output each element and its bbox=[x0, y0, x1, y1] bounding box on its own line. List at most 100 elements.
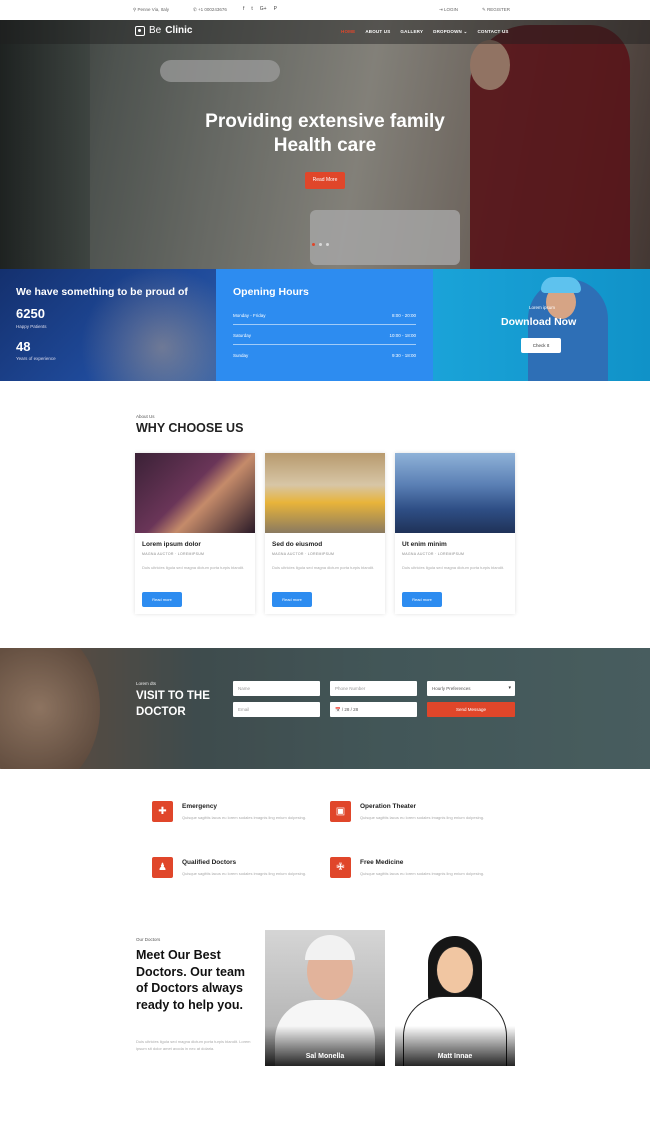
appointment-title: VISIT TO THE DOCTOR bbox=[136, 690, 210, 718]
our-doctors-label: Our Doctors bbox=[136, 937, 161, 942]
card-read-more-button[interactable]: Read more bbox=[402, 592, 442, 607]
hero-read-more-button[interactable]: Read More bbox=[305, 172, 345, 189]
hours-time: 8:00 - 20:00 bbox=[391, 313, 416, 318]
card-meta: MAGNA AUCTOR · LOREMIPSUM bbox=[142, 552, 205, 556]
main-menu: HOME ABOUT US GALLERY DROPDOWN ⌄ CONTACT… bbox=[341, 29, 509, 35]
facebook-icon[interactable]: f bbox=[243, 6, 244, 12]
appointment-section: Lorem dts VISIT TO THE DOCTOR Name Phone… bbox=[0, 648, 650, 769]
patients-label: Happy Patients bbox=[16, 324, 47, 329]
google-plus-icon[interactable]: G+ bbox=[260, 6, 267, 12]
doctor-card[interactable]: Matt Innae bbox=[395, 930, 515, 1066]
doctor-card[interactable]: Sal Monella bbox=[265, 930, 385, 1066]
slider-dots bbox=[312, 243, 329, 246]
location-text: ⚲ Penne Via, Italy bbox=[133, 7, 169, 12]
patients-count: 6250 bbox=[16, 306, 45, 321]
proud-panel: We have something to be proud of 6250 Ha… bbox=[0, 269, 216, 381]
nav-contact-us[interactable]: CONTACT US bbox=[477, 29, 508, 35]
doctor-illustration-face bbox=[436, 946, 474, 994]
hours-row: Monday - Friday 8:00 - 20:00 bbox=[233, 306, 416, 325]
hours-day: Sunday bbox=[233, 353, 249, 358]
slider-dot[interactable] bbox=[312, 243, 315, 246]
doctor-photo-hair bbox=[305, 935, 355, 960]
feature-card: Lorem ipsum dolor MAGNA AUCTOR · LOREMIP… bbox=[135, 453, 255, 614]
download-subtitle: Lorem ipsum bbox=[529, 305, 556, 310]
check-it-button[interactable]: Check It bbox=[521, 338, 561, 353]
hours-time: 9:30 - 18:00 bbox=[391, 353, 416, 358]
card-meta: MAGNA AUCTOR · LOREMIPSUM bbox=[402, 552, 465, 556]
brand-name-part2: Clinic bbox=[165, 25, 193, 36]
years-count: 48 bbox=[16, 339, 31, 354]
card-read-more-button[interactable]: Read more bbox=[142, 592, 182, 607]
hours-row: Saturday 10:00 - 18:00 bbox=[233, 326, 416, 345]
card-title: Ut enim minim bbox=[402, 541, 447, 548]
caret-down-icon: ▾ bbox=[508, 685, 511, 691]
login-label: LOGIN bbox=[444, 7, 459, 12]
service-text: Quisque sagittis lacus eu lorem sodales … bbox=[182, 815, 307, 820]
years-label: Years of experience bbox=[16, 356, 56, 361]
slider-dot[interactable] bbox=[326, 243, 329, 246]
doctors-title: Meet Our Best Doctors. Our team of Docto… bbox=[136, 948, 246, 1012]
brand-logo[interactable]: Be Clinic bbox=[135, 25, 192, 36]
card-read-more-button[interactable]: Read more bbox=[272, 592, 312, 607]
about-us-label: About Us bbox=[136, 414, 155, 419]
card-title: Lorem ipsum dolor bbox=[142, 541, 201, 548]
opening-hours-panel: Opening Hours Monday - Friday 8:00 - 20:… bbox=[216, 269, 433, 381]
service-item: ✚ Emergency Quisque sagittis lacus eu lo… bbox=[152, 801, 322, 841]
doctor-icon: ♟ bbox=[152, 857, 173, 878]
appointment-overlay bbox=[0, 648, 650, 769]
doctor-card-overlay bbox=[395, 1026, 515, 1066]
why-choose-us-title: WHY CHOOSE US bbox=[136, 421, 244, 435]
register-label: REGISTER bbox=[487, 7, 511, 12]
feature-card: Sed do eiusmod MAGNA AUCTOR · LOREMIPSUM… bbox=[265, 453, 385, 614]
clinic-logo-icon bbox=[135, 25, 145, 36]
doctor-name: Matt Innae bbox=[437, 1053, 473, 1060]
nurse-photo-cap bbox=[541, 277, 581, 293]
top-bar: ⚲ Penne Via, Italy ✆ +1 000243676 f t G+… bbox=[0, 0, 650, 20]
doctor-card-overlay bbox=[265, 1026, 385, 1066]
login-link[interactable]: ⇥ LOGIN bbox=[439, 7, 458, 13]
send-message-button[interactable]: Send Message bbox=[427, 702, 515, 717]
ambulance-icon: ✚ bbox=[152, 801, 173, 822]
card-title: Sed do eiusmod bbox=[272, 541, 323, 548]
slider-dot[interactable] bbox=[319, 243, 322, 246]
medicine-icon: ✙ bbox=[330, 857, 351, 878]
nav-gallery[interactable]: GALLERY bbox=[400, 29, 423, 35]
phone-field[interactable]: Phone Number bbox=[330, 681, 417, 696]
nav-home[interactable]: HOME bbox=[341, 29, 355, 35]
service-title: Free Medicine bbox=[360, 859, 404, 866]
theater-icon: ▣ bbox=[330, 801, 351, 822]
hours-day: Saturday bbox=[233, 333, 252, 338]
hero-title-line1: Providing extensive family bbox=[205, 111, 445, 132]
service-item: ▣ Operation Theater Quisque sagittis lac… bbox=[330, 801, 500, 841]
card-image-surgery bbox=[395, 453, 515, 533]
date-field[interactable]: 📅 / 28 / 28 bbox=[330, 702, 417, 717]
service-title: Operation Theater bbox=[360, 803, 416, 810]
card-image-woman bbox=[135, 453, 255, 533]
nav-about-us[interactable]: ABOUT US bbox=[365, 29, 390, 35]
hourly-preference-select[interactable]: Hourly Preferences ▾ bbox=[427, 681, 515, 696]
card-text: Duis ultricies ligula sed magna dictum p… bbox=[402, 565, 505, 570]
doctor-name: Sal Monella bbox=[305, 1053, 345, 1060]
service-title: Emergency bbox=[182, 803, 218, 810]
location-label: Penne Via, Italy bbox=[137, 7, 169, 12]
pinterest-icon[interactable]: P bbox=[274, 6, 277, 12]
hero-slider: Be Clinic HOME ABOUT US GALLERY DROPDOWN … bbox=[0, 20, 650, 269]
brand-name-part1: Be bbox=[149, 25, 162, 36]
service-text: Quisque sagittis lacus eu lorem sodales … bbox=[182, 871, 307, 876]
feature-card: Ut enim minim MAGNA AUCTOR · LOREMIPSUM … bbox=[395, 453, 515, 614]
name-field[interactable]: Name bbox=[233, 681, 320, 696]
hero-title: Providing extensive family Health care bbox=[180, 110, 470, 158]
phone-label: +1 000243676 bbox=[198, 7, 227, 12]
main-navbar: Be Clinic HOME ABOUT US GALLERY DROPDOWN … bbox=[0, 20, 650, 44]
hero-title-line2: Health care bbox=[273, 135, 377, 156]
service-text: Quisque sagittis lacus eu lorem sodales … bbox=[360, 871, 485, 876]
hours-row: Sunday 9:30 - 18:00 bbox=[233, 346, 416, 365]
email-field[interactable]: Email bbox=[233, 702, 320, 717]
doctors-description: Duis ultricies ligula sed magna dictum p… bbox=[136, 1039, 251, 1051]
card-image-dental-room bbox=[265, 453, 385, 533]
twitter-icon[interactable]: t bbox=[251, 6, 252, 12]
register-link[interactable]: ✎ REGISTER bbox=[482, 7, 510, 13]
phone-text: ✆ +1 000243676 bbox=[193, 7, 227, 12]
card-text: Duis ultricies ligula sed magna dictum p… bbox=[142, 565, 245, 570]
nav-dropdown[interactable]: DROPDOWN ⌄ bbox=[433, 29, 467, 35]
